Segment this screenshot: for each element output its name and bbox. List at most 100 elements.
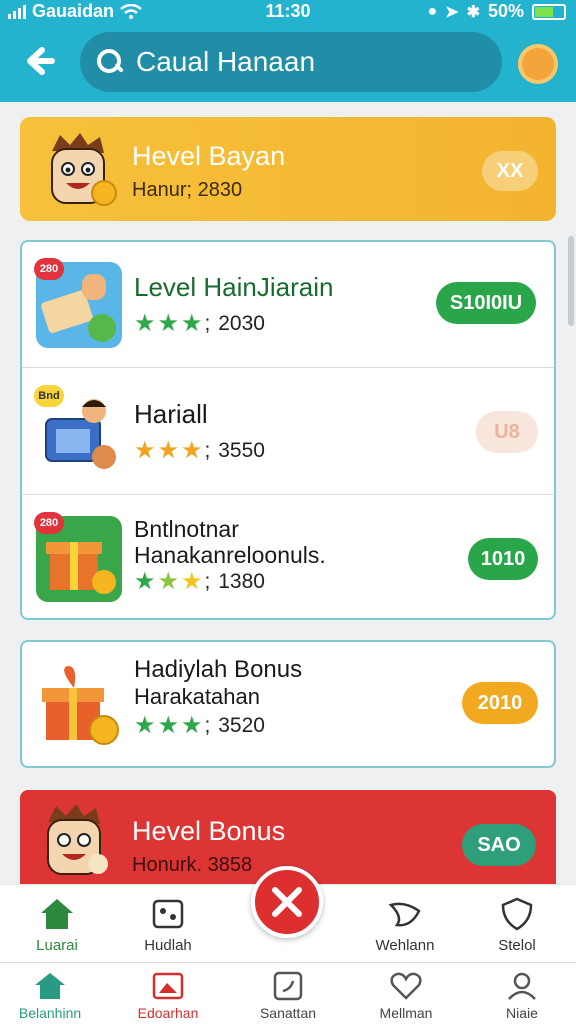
back-arrow-icon <box>27 47 55 75</box>
shield-icon <box>501 897 533 931</box>
bird-icon <box>388 902 421 927</box>
star-icon: ★ <box>181 568 203 595</box>
level-thumbnail: Bnd <box>34 385 122 475</box>
heart-icon <box>390 972 422 1000</box>
play-button[interactable]: U8 <box>476 411 538 453</box>
bonus-name-line2: Harakatahan <box>134 684 260 709</box>
rating-value: ; <box>204 570 217 593</box>
featured-level-card[interactable]: Hevel Bayan Hanur; 2830 XX <box>20 117 556 221</box>
star-icon: ★ <box>181 310 203 337</box>
nav-item-shield[interactable]: Stelol <box>462 897 572 954</box>
tab-label: Belanhinn <box>18 1005 82 1021</box>
star-icon: ★ <box>157 568 180 595</box>
level-name: Bntlnotnar <box>134 516 239 542</box>
rating-value: ; <box>204 714 217 737</box>
tab-favorites[interactable]: Mellman <box>356 971 456 1021</box>
star-icon: ★ <box>134 568 156 595</box>
profile-avatar[interactable] <box>518 44 558 84</box>
status-right: ● ➤ ✱ 50% <box>427 1 566 22</box>
list-item[interactable]: Bnd Hariall ★ ★ ★ ; 3550 U8 <box>22 369 554 495</box>
app-header: Gauaidan 11:30 ● ➤ ✱ 50% <box>0 0 576 102</box>
rating-value: ; <box>204 312 217 335</box>
bonus-level-button[interactable]: SAO <box>462 824 536 866</box>
bonus-rating: ★ ★ ★ ; 3520 <box>134 714 265 738</box>
tab-label: Mellman <box>379 1005 433 1021</box>
image-icon <box>152 972 184 1000</box>
search-icon <box>96 48 124 76</box>
level-thumbnail: 280 <box>34 258 122 348</box>
bottom-tab-bar: Belanhinn Edoarhan Sanattan Mellman Niai… <box>0 962 576 1024</box>
play-button[interactable]: 1010 <box>468 538 538 580</box>
mascot-icon <box>51 133 117 206</box>
level-rating: ★ ★ ★ ; 1380 <box>134 570 265 594</box>
search-bar[interactable] <box>80 32 502 92</box>
level-tag: 280 <box>34 512 64 534</box>
nav-item-game[interactable]: Hudlah <box>113 897 223 954</box>
star-icon: ★ <box>134 712 156 739</box>
featured-title: Hevel Bayan <box>132 141 286 171</box>
home-icon <box>35 973 65 999</box>
tab-notes[interactable]: Sanattan <box>238 971 338 1021</box>
nav-item-label: Luarai <box>36 937 78 954</box>
star-icon: ★ <box>134 310 156 337</box>
tab-label: Sanattan <box>259 1005 317 1021</box>
tab-edit[interactable]: Edoarhan <box>118 971 218 1021</box>
back-button[interactable] <box>22 44 58 80</box>
note-icon <box>273 971 303 1001</box>
star-icon: ★ <box>157 712 180 739</box>
gift-icon <box>42 666 119 745</box>
featured-subtitle: Hanur; 2830 <box>132 179 243 201</box>
bonus-button[interactable]: 2010 <box>462 682 538 724</box>
center-action-button[interactable] <box>251 866 323 938</box>
rating-value: 3550 <box>218 439 265 462</box>
status-bar: Gauaidan 11:30 ● ➤ ✱ 50% <box>0 0 576 26</box>
tab-profile[interactable]: Niaie <box>472 971 572 1021</box>
level-rating: ★ ★ ★ ; 3550 <box>134 439 265 463</box>
scrollbar[interactable] <box>568 236 574 326</box>
list-item[interactable]: 280 Bntlnotnar Hanakanreloonuls. ★ ★ ★ ; 1… <box>22 496 554 622</box>
nav-item-bird[interactable]: Wehlann <box>350 897 460 954</box>
level-tag: Bnd <box>34 385 64 407</box>
star-icon: ★ <box>134 437 156 464</box>
level-name: Hariall <box>134 399 208 429</box>
level-tag: 280 <box>34 258 64 280</box>
tab-home[interactable]: Belanhinn <box>0 971 100 1021</box>
battery-icon <box>532 3 566 20</box>
level-rating: ★ ★ ★ ; 2030 <box>134 312 265 336</box>
tab-label: Edoarhan <box>137 1005 199 1021</box>
nav-item-label: Wehlann <box>375 937 435 954</box>
bonus-name: Hadiylah Bonus <box>134 656 303 683</box>
bonus-level-subtitle: Honurk. 3858 <box>132 854 253 876</box>
nav-item-label: Hudlah <box>144 937 192 954</box>
close-icon <box>272 887 302 917</box>
bonus-level-title: Hevel Bonus <box>132 816 286 846</box>
tab-label: Niaie <box>506 1005 538 1021</box>
star-icon: ★ <box>157 310 180 337</box>
rating-value: ; <box>204 439 217 462</box>
mascot-icon <box>47 804 108 875</box>
star-icon: ★ <box>181 712 203 739</box>
nav-item-label: Stelol <box>498 937 536 954</box>
nav-item-home[interactable]: Luarai <box>2 897 112 954</box>
level-thumbnail: 280 <box>34 512 122 602</box>
game-icon <box>152 899 184 929</box>
alarm-icon: ● <box>427 2 438 20</box>
search-input[interactable] <box>136 46 476 78</box>
rating-value: 1380 <box>218 570 265 593</box>
star-icon: ★ <box>157 437 180 464</box>
star-icon: ★ <box>181 437 203 464</box>
battery-percent: 50% <box>487 1 524 21</box>
play-button[interactable]: S10I0IU <box>436 282 536 324</box>
bluetooth-icon: ✱ <box>466 3 480 21</box>
profile-icon <box>508 972 536 1000</box>
level-list: 280 Level HainJiarain ★ ★ ★ ; 2030 S10I0IU… <box>20 240 556 620</box>
list-item[interactable]: 280 Level HainJiarain ★ ★ ★ ; 2030 S10I0IU <box>22 242 554 368</box>
home-icon <box>41 899 73 929</box>
featured-action-button[interactable]: XX <box>482 151 538 191</box>
rating-value: 3520 <box>218 714 265 737</box>
level-name: Level HainJiarain <box>134 272 334 302</box>
rating-value: 2030 <box>218 312 265 335</box>
location-icon: ➤ <box>445 3 459 21</box>
level-name-line2: Hanakanreloonuls. <box>134 542 326 568</box>
bonus-card[interactable]: Hadiylah Bonus Harakatahan ★ ★ ★ ; 3520 20… <box>20 640 556 768</box>
